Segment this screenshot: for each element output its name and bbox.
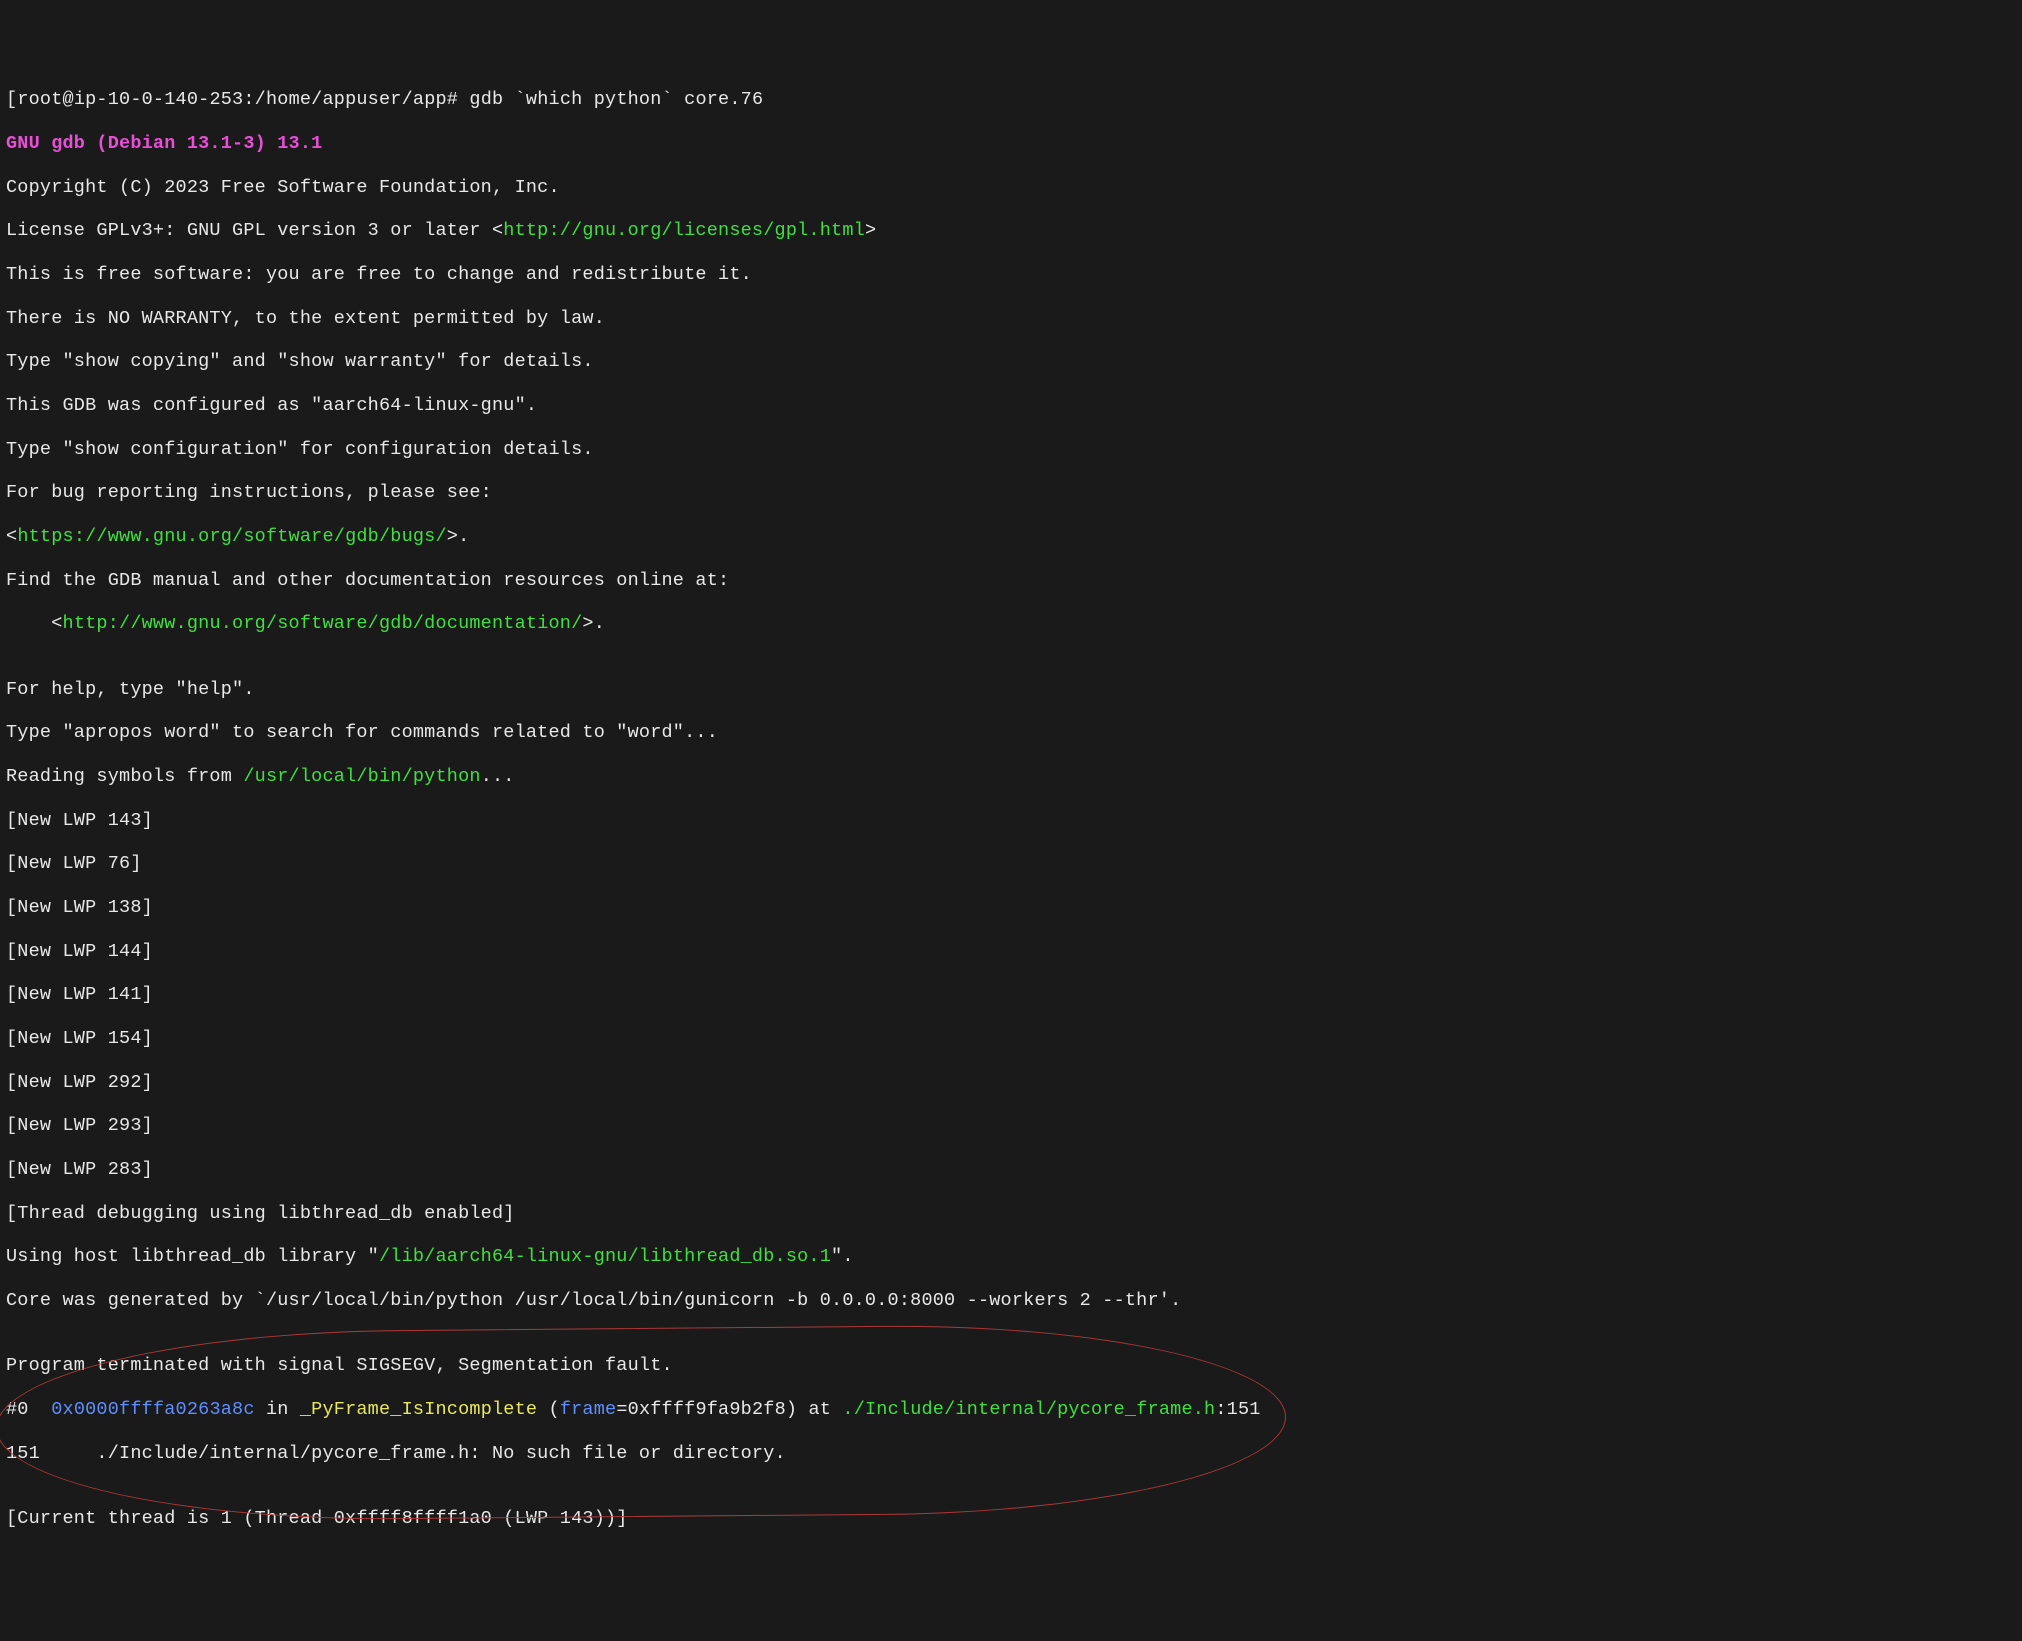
libthread-path: /lib/aarch64-linux-gnu/libthread_db.so.1: [379, 1246, 831, 1267]
frame-num: #0: [6, 1399, 51, 1420]
no-warranty: There is NO WARRANTY, to the extent perm…: [6, 308, 2016, 330]
lwp-line: [New LWP 138]: [6, 897, 2016, 919]
host-lib-line: Using host libthread_db library "/lib/aa…: [6, 1246, 2016, 1268]
frame-func: _PyFrame_IsIncomplete: [300, 1399, 537, 1420]
angle-close: >.: [447, 526, 470, 547]
doc-pre: <: [6, 613, 63, 634]
lwp-line: [New LWP 144]: [6, 941, 2016, 963]
configured-as: This GDB was configured as "aarch64-linu…: [6, 395, 2016, 417]
show-config: Type "show configuration" for configurat…: [6, 439, 2016, 461]
arg-name: frame: [560, 1399, 617, 1420]
help-line: For help, type "help".: [6, 679, 2016, 701]
program-terminated: Program terminated with signal SIGSEGV, …: [6, 1355, 1261, 1377]
bracket: [: [6, 89, 17, 110]
lwp-line: [New LWP 154]: [6, 1028, 2016, 1050]
host-lib-pre: Using host libthread_db library ": [6, 1246, 379, 1267]
arg-val: =0xffff9fa9b2f8) at: [616, 1399, 842, 1420]
apropos-line: Type "apropos word" to search for comman…: [6, 722, 2016, 744]
highlighted-crash-block: Program terminated with signal SIGSEGV, …: [6, 1334, 1261, 1509]
license-line: License GPLv3+: GNU GPL version 3 or lat…: [6, 220, 2016, 242]
lwp-line: [New LWP 76]: [6, 853, 2016, 875]
paren-open: (: [537, 1399, 560, 1420]
python-path: /usr/local/bin/python: [243, 766, 480, 787]
reading-symbols: Reading symbols from /usr/local/bin/pyth…: [6, 766, 2016, 788]
reading-post: ...: [481, 766, 515, 787]
lwp-line: [New LWP 293]: [6, 1115, 2016, 1137]
line-no: 151: [1227, 1399, 1261, 1420]
free-sw: This is free software: you are free to c…: [6, 264, 2016, 286]
copyright: Copyright (C) 2023 Free Software Foundat…: [6, 177, 2016, 199]
reading-pre: Reading symbols from: [6, 766, 243, 787]
host-lib-post: ".: [831, 1246, 854, 1267]
doc-url-line: <http://www.gnu.org/software/gdb/documen…: [6, 613, 2016, 635]
find-manual: Find the GDB manual and other documentat…: [6, 570, 2016, 592]
core-generated: Core was generated by `/usr/local/bin/py…: [6, 1290, 2016, 1312]
current-thread: [Current thread is 1 (Thread 0xffff8ffff…: [6, 1508, 2016, 1530]
thread-db-enabled: [Thread debugging using libthread_db ena…: [6, 1203, 2016, 1225]
in-keyword: in: [255, 1399, 300, 1420]
bug-url: https://www.gnu.org/software/gdb/bugs/: [17, 526, 446, 547]
license-pre: License GPLv3+: GNU GPL version 3 or lat…: [6, 220, 503, 241]
lwp-line: [New LWP 141]: [6, 984, 2016, 1006]
show-copying: Type "show copying" and "show warranty" …: [6, 351, 2016, 373]
no-such-file: 151 ./Include/internal/pycore_frame.h: N…: [6, 1443, 1261, 1465]
doc-post: >.: [582, 613, 605, 634]
angle-open: <: [6, 526, 17, 547]
frame-addr: 0x0000ffffa0263a8c: [51, 1399, 254, 1420]
frame-file: ./Include/internal/pycore_frame.h: [842, 1399, 1215, 1420]
gdb-banner: GNU gdb (Debian 13.1-3) 13.1: [6, 133, 2016, 155]
frame-0: #0 0x0000ffffa0263a8c in _PyFrame_IsInco…: [6, 1399, 1261, 1421]
license-post: >: [865, 220, 876, 241]
command: gdb `which python` core.76: [469, 89, 763, 110]
lwp-line: [New LWP 143]: [6, 810, 2016, 832]
prompt-line[interactable]: [root@ip-10-0-140-253:/home/appuser/app#…: [6, 89, 2016, 111]
user-host: root@ip-10-0-140-253: [17, 89, 243, 110]
lwp-line: [New LWP 283]: [6, 1159, 2016, 1181]
path: :/home/appuser/app#: [243, 89, 469, 110]
bug-report: For bug reporting instructions, please s…: [6, 482, 2016, 504]
colon: :: [1215, 1399, 1226, 1420]
lwp-line: [New LWP 292]: [6, 1072, 2016, 1094]
doc-url: http://www.gnu.org/software/gdb/document…: [63, 613, 583, 634]
bug-url-line: <https://www.gnu.org/software/gdb/bugs/>…: [6, 526, 2016, 548]
license-url: http://gnu.org/licenses/gpl.html: [503, 220, 865, 241]
hand-drawn-circle: [0, 1322, 1286, 1522]
